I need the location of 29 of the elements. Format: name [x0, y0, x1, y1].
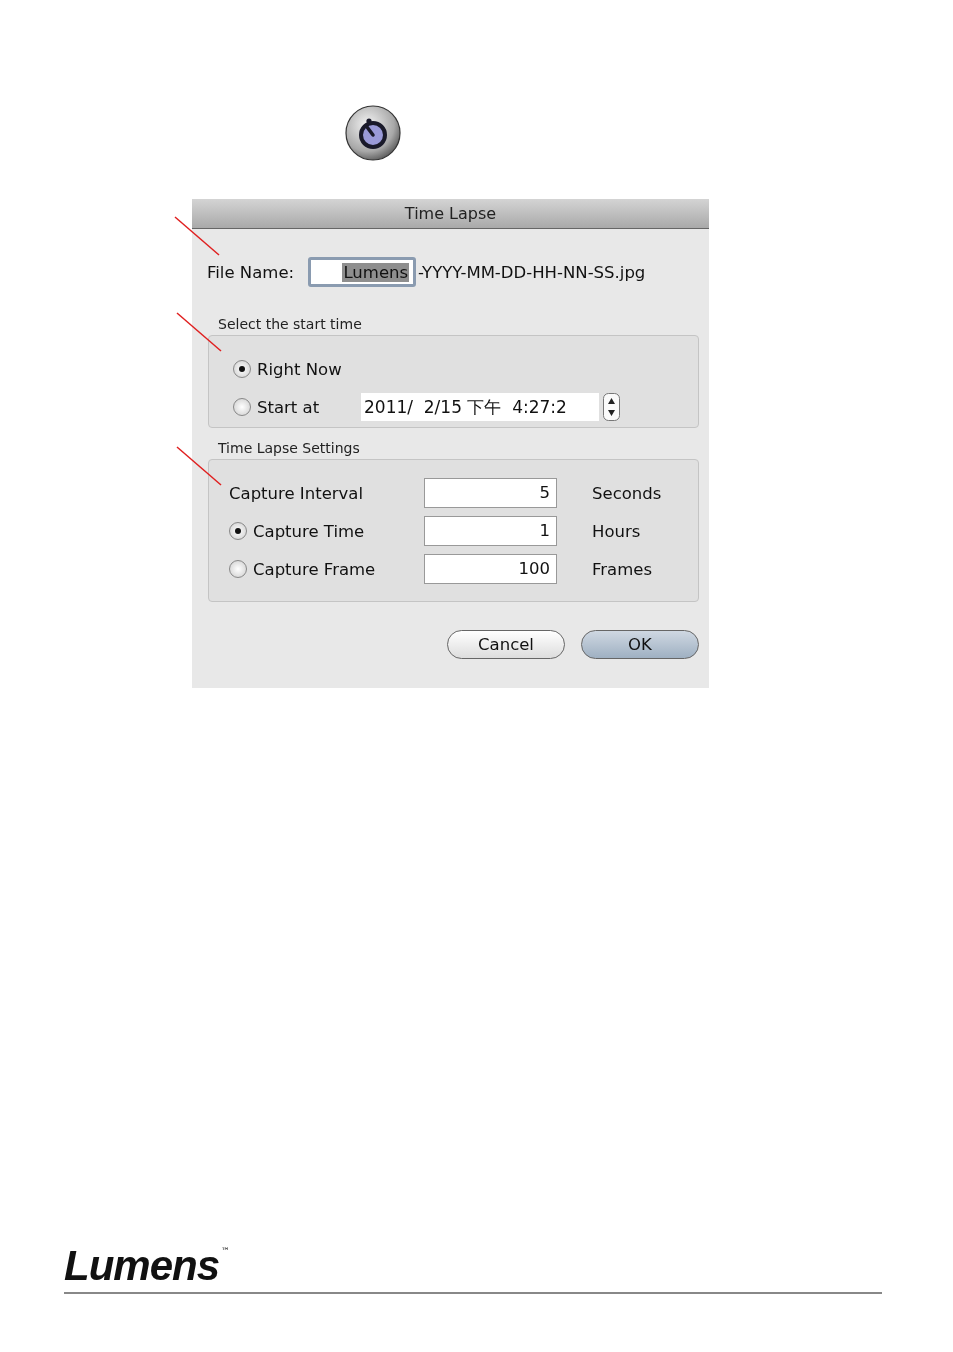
- trademark-mark: ™: [221, 1246, 231, 1256]
- setting-label: Capture Interval: [229, 483, 364, 503]
- unit-label: Frames: [592, 559, 652, 579]
- radio-label[interactable]: Right Now: [257, 359, 361, 379]
- radio-label[interactable]: Start at: [257, 397, 361, 417]
- cancel-button[interactable]: Cancel: [447, 630, 565, 659]
- file-name-suffix: -YYYY-MM-DD-HH-NN-SS.jpg: [418, 262, 646, 282]
- number-field[interactable]: 1: [424, 516, 557, 546]
- radio-label[interactable]: Capture Time: [253, 521, 365, 541]
- date-time-field[interactable]: 2011/ 2/15 下午 4:27:2: [361, 393, 599, 421]
- number-field[interactable]: 5: [424, 478, 557, 508]
- field-label: File Name:: [207, 262, 295, 282]
- window-title: Time Lapse: [192, 199, 709, 229]
- file-name-field[interactable]: Lumens: [308, 257, 417, 287]
- unit-label: Hours: [592, 521, 641, 541]
- radio-button[interactable]: [233, 398, 251, 416]
- radio-button[interactable]: [229, 560, 247, 578]
- unit-label: Seconds: [592, 483, 662, 503]
- timer-icon[interactable]: [345, 105, 401, 161]
- group-title: Select the start time: [218, 316, 363, 332]
- stepper-icon[interactable]: [603, 393, 620, 421]
- radio-button[interactable]: [233, 360, 251, 378]
- ok-button[interactable]: OK: [581, 630, 699, 659]
- radio-label[interactable]: Capture Frame: [253, 559, 376, 579]
- logo-text: Lumens: [64, 1246, 220, 1286]
- leader-line: [174, 216, 220, 256]
- group-title: Time Lapse Settings: [218, 440, 361, 456]
- number-field[interactable]: 100: [424, 554, 557, 584]
- radio-button[interactable]: [229, 522, 247, 540]
